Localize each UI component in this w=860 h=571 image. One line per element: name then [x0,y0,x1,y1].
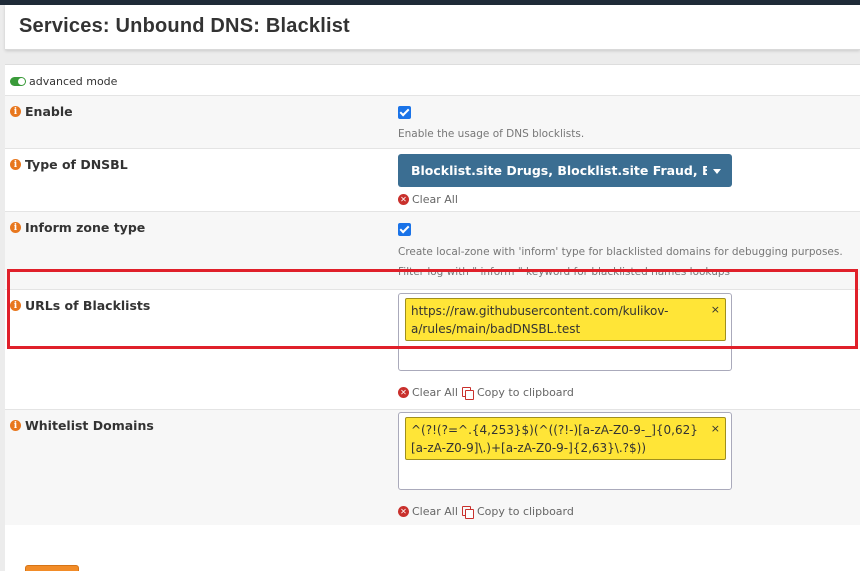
copy-icon [462,386,474,400]
enable-checkbox[interactable] [398,106,411,119]
clear-all-label: Clear All [412,505,458,518]
clear-all-label: Clear All [412,386,458,399]
dnsbl-type-selected: Blocklist.site Drugs, Blocklist.site Fra… [411,163,707,178]
x-circle-icon: ✕ [398,387,409,398]
type-of-dnsbl-label-text: Type of DNSBL [25,157,128,172]
clear-all-label: Clear All [412,193,458,206]
copy-icon [462,505,474,519]
whitelist-copy-to-clipboard[interactable]: Copy to clipboard [462,505,574,519]
caret-down-icon [713,169,721,174]
inform-zone-type-label: i Inform zone type [10,220,145,235]
page-title: Services: Unbound DNS: Blacklist [19,15,350,37]
row-type-of-dnsbl: i Type of DNSBL Blocklist.site Drugs, Bl… [5,148,860,211]
enable-help: Enable the usage of DNS blocklists. [398,128,585,140]
inform-zone-help-1: Create local-zone with 'inform' type for… [398,246,843,258]
row-whitelist-domains: i Whitelist Domains ^(?!(?=^.{4,253}$)(^… [5,409,860,525]
x-circle-icon: ✕ [398,194,409,205]
inform-zone-type-checkbox[interactable] [398,223,411,236]
whitelist-label-text: Whitelist Domains [25,418,154,433]
settings-panel: advanced mode i Enable Enable the usage … [5,64,860,571]
info-icon[interactable]: i [10,159,21,170]
dnsbl-clear-all[interactable]: ✕ Clear All [398,193,458,206]
info-icon[interactable]: i [10,420,21,431]
x-circle-icon: ✕ [398,506,409,517]
urls-copy-to-clipboard[interactable]: Copy to clipboard [462,386,574,400]
advanced-mode-label: advanced mode [29,74,118,88]
close-icon[interactable]: × [711,420,720,438]
enable-label-text: Enable [25,104,73,119]
toggle-icon [10,76,26,86]
copy-label: Copy to clipboard [477,505,574,518]
urls-clear-all[interactable]: ✕ Clear All [398,386,458,399]
whitelist-label: i Whitelist Domains [10,418,154,433]
page-header: Services: Unbound DNS: Blacklist [5,5,860,50]
highlight-box [7,269,858,349]
dnsbl-type-select[interactable]: Blocklist.site Drugs, Blocklist.site Fra… [398,154,732,187]
info-icon[interactable]: i [10,106,21,117]
row-enable: i Enable Enable the usage of DNS blockli… [5,95,860,148]
inform-zone-type-label-text: Inform zone type [25,220,146,235]
copy-label: Copy to clipboard [477,386,574,399]
whitelist-clear-all[interactable]: ✕ Clear All [398,505,458,518]
advanced-mode-toggle[interactable]: advanced mode [10,74,117,88]
enable-label: i Enable [10,104,73,119]
info-icon[interactable]: i [10,222,21,233]
type-of-dnsbl-label: i Type of DNSBL [10,157,128,172]
whitelist-tag[interactable]: ^(?!(?=^.{4,253}$)(^((?!-)[a-zA-Z0-9-_]{… [405,417,726,460]
save-button[interactable] [25,565,79,571]
whitelist-tag-text: ^(?!(?=^.{4,253}$)(^((?!-)[a-zA-Z0-9-_]{… [411,423,698,455]
whitelist-tag-input[interactable]: ^(?!(?=^.{4,253}$)(^((?!-)[a-zA-Z0-9-_]{… [398,412,732,490]
